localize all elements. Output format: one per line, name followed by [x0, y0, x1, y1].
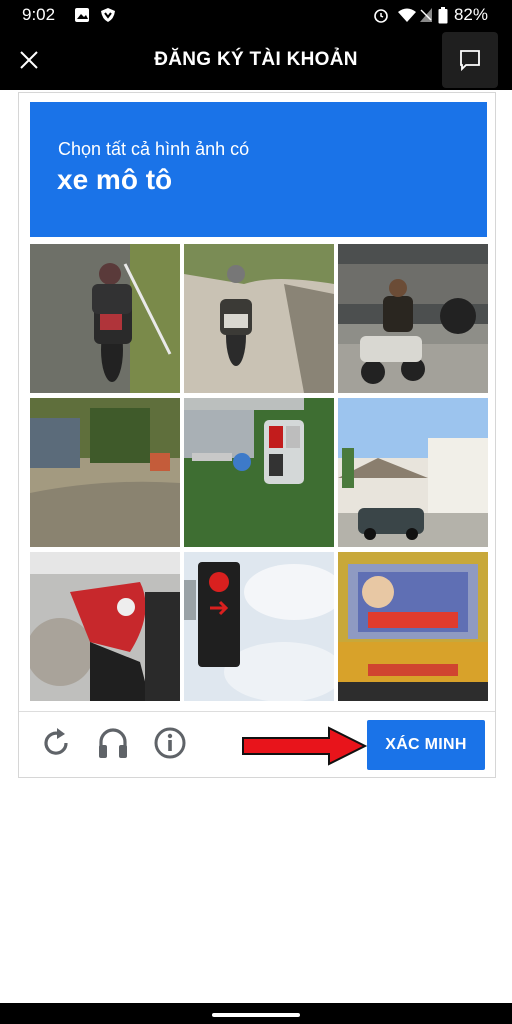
captcha-panel: Chọn tất cả hình ảnh có xe mô tô XÁC MIN… — [18, 92, 496, 778]
status-bar: 9:02 82% — [0, 0, 512, 30]
verify-button[interactable]: XÁC MINH — [367, 720, 485, 770]
page-title: ĐĂNG KÝ TÀI KHOẢN — [154, 49, 358, 70]
grid-tile-2[interactable] — [184, 244, 334, 393]
grid-tile-8[interactable] — [184, 552, 334, 701]
signal-icon — [420, 8, 432, 22]
chat-icon — [460, 50, 480, 72]
captcha-header: Chọn tất cả hình ảnh có xe mô tô — [30, 102, 487, 237]
image-icon — [75, 8, 89, 22]
nav-bar — [0, 1003, 512, 1024]
grid-tile-1[interactable] — [30, 244, 180, 393]
battery-percent: 82% — [453, 5, 488, 24]
captcha-target: xe mô tô — [57, 164, 173, 195]
reload-icon[interactable] — [40, 726, 74, 760]
image-grid — [30, 244, 489, 702]
red-arrow-icon — [242, 726, 368, 766]
captcha-instruction: Chọn tất cả hình ảnh có — [58, 139, 250, 159]
grid-tile-5[interactable] — [184, 398, 334, 547]
headphones-icon[interactable] — [96, 726, 130, 760]
home-handle[interactable] — [212, 1013, 300, 1017]
grid-tile-9[interactable] — [338, 552, 488, 701]
grid-tile-4[interactable] — [30, 398, 180, 547]
app-bar: ĐĂNG KÝ TÀI KHOẢN — [0, 30, 512, 90]
chat-button[interactable] — [442, 32, 498, 88]
grid-tile-7[interactable] — [30, 552, 180, 701]
grid-tile-6[interactable] — [338, 398, 488, 547]
status-time: 9:02 — [22, 5, 56, 24]
battery-icon — [438, 7, 448, 24]
shield-icon — [101, 8, 115, 22]
grid-tile-3[interactable] — [338, 244, 488, 393]
footer-divider — [19, 711, 495, 712]
info-icon[interactable] — [153, 726, 187, 760]
wifi-icon — [398, 8, 416, 22]
alarm-icon — [374, 9, 388, 23]
